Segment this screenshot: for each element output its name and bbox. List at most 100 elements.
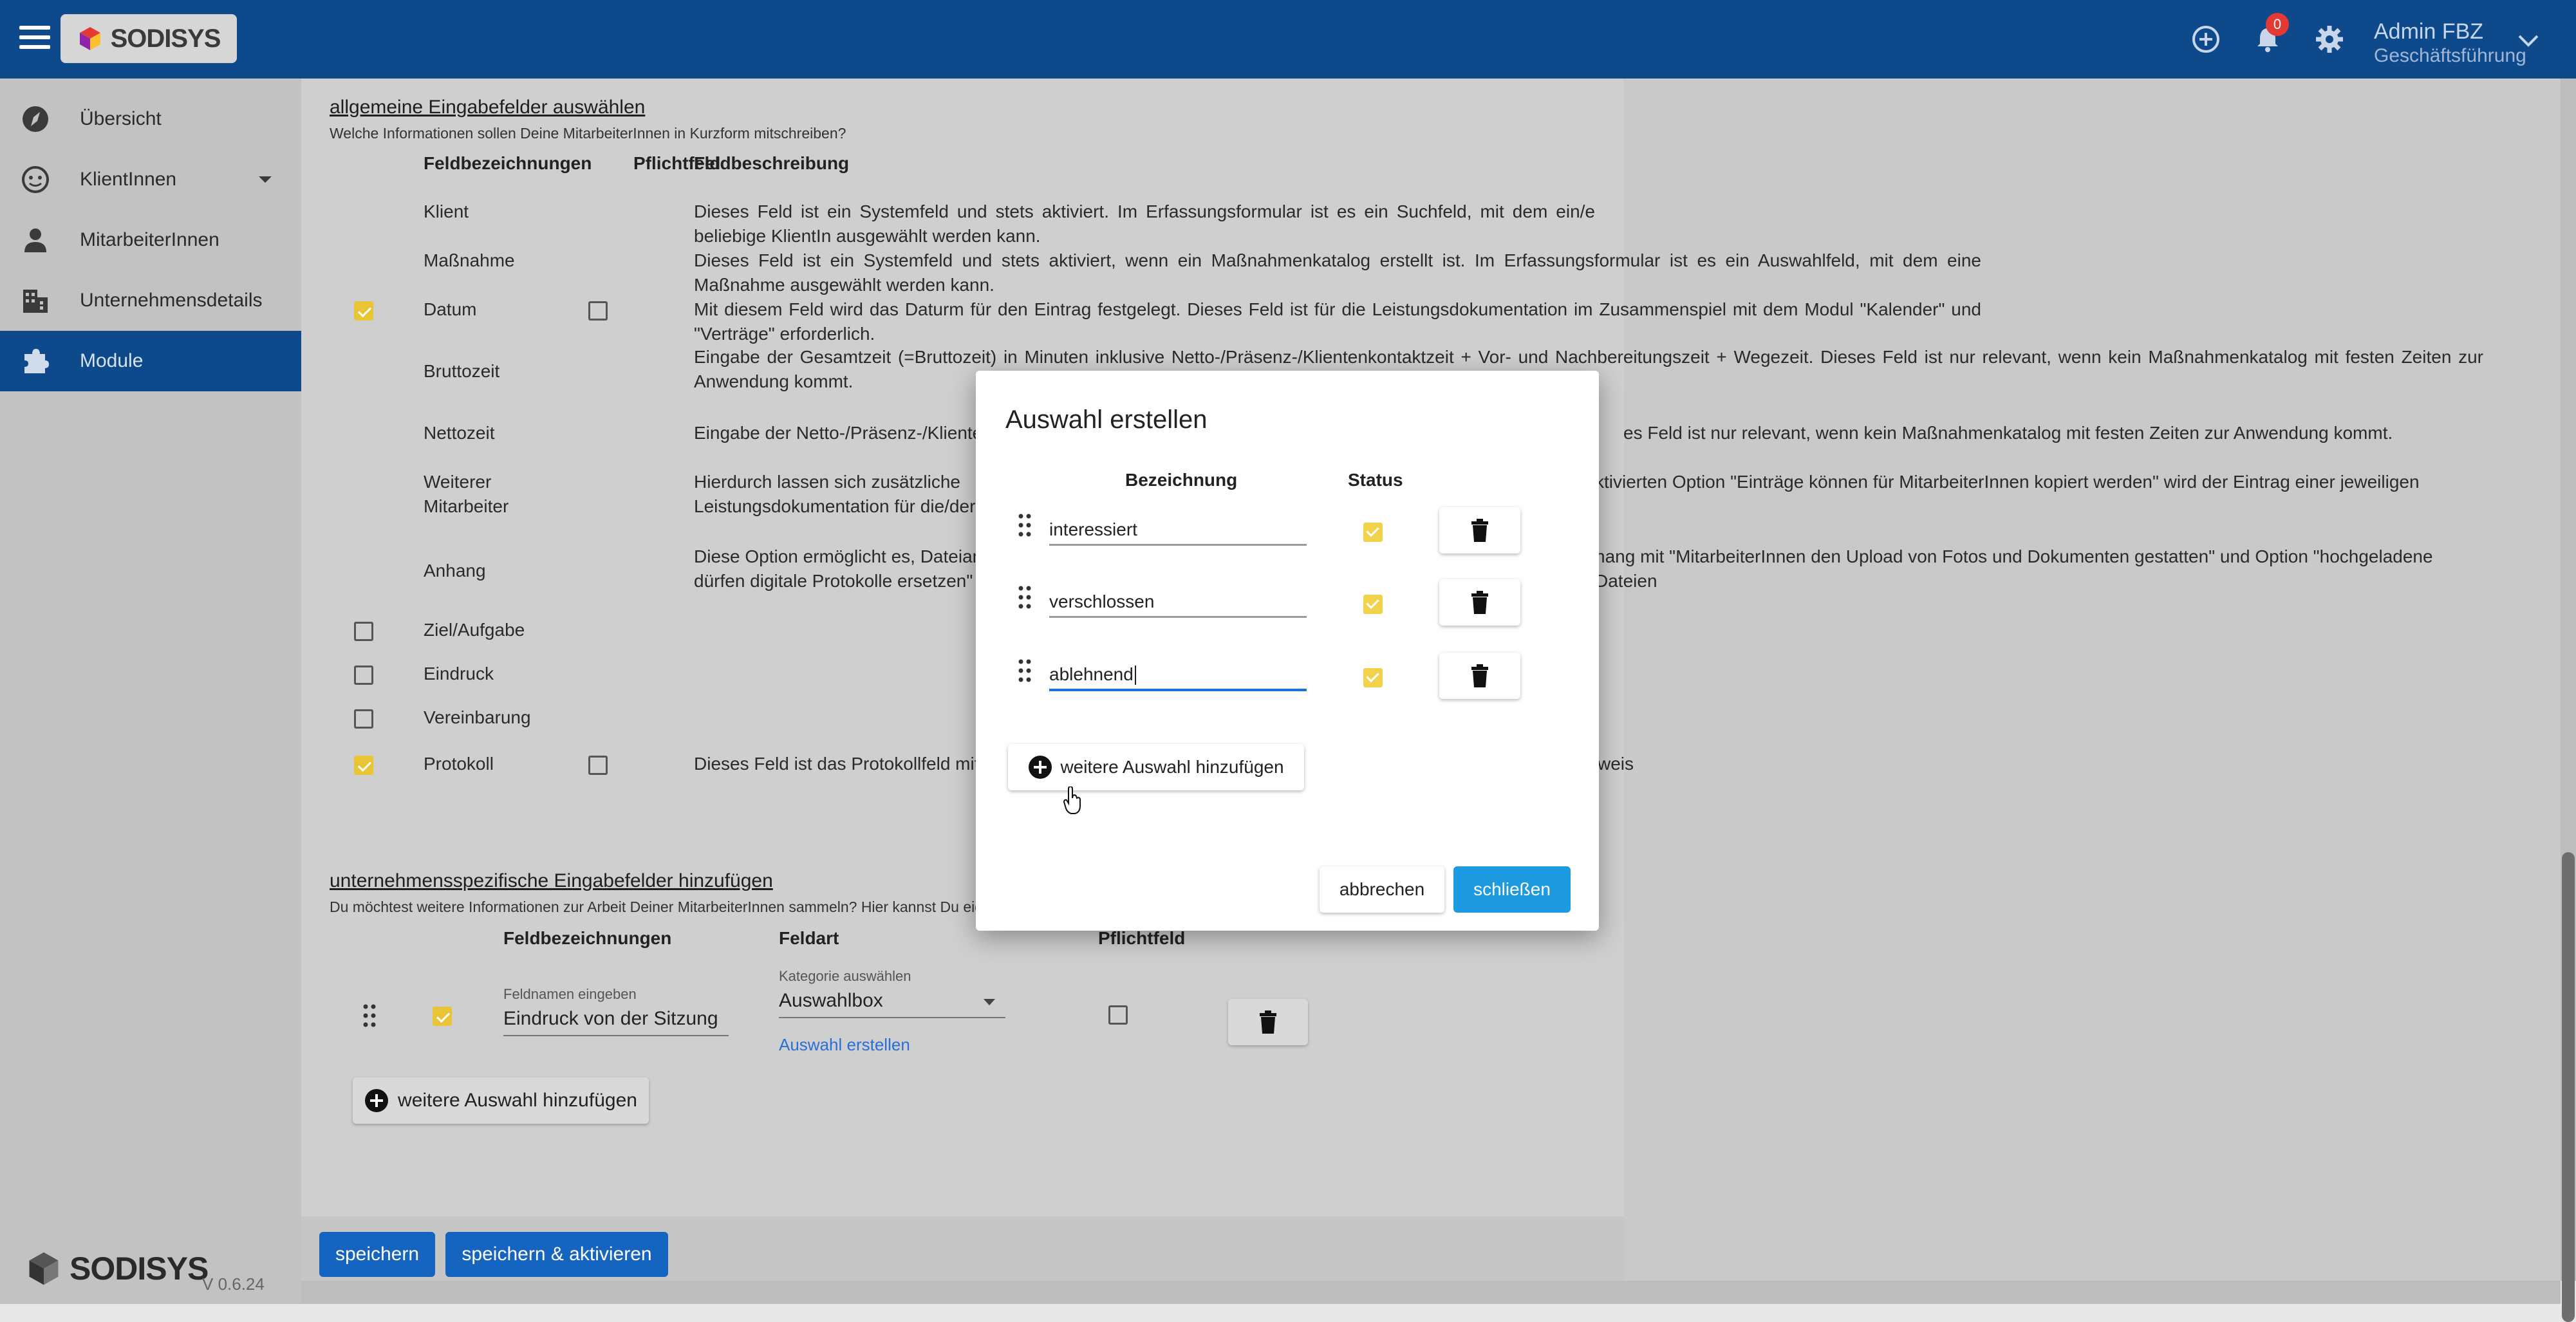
close-button[interactable]: schließen [1453,866,1571,913]
sidebar-item-label: Übersicht [80,108,162,129]
horizontal-scrollbar[interactable] [301,1281,2561,1304]
notification-badge: 0 [2266,13,2289,36]
drag-handle-icon[interactable] [362,1003,377,1029]
field-name-datum: Datum [424,299,477,319]
field-desc-nettozeit-right: es Feld ist nur relevant, wenn kein Maßn… [1623,423,2393,443]
hand-cursor-icon [1063,787,1081,814]
puzzle-icon [24,349,49,373]
footer-action-bar: speichern speichern & aktivieren [301,1216,1624,1281]
delete-custom-field-button[interactable] [1228,999,1308,1045]
field-desc-klient: Dieses Feld ist ein Systemfeld und stets… [694,201,1595,246]
caret-down-icon[interactable] [257,175,273,184]
drag-handle-icon[interactable] [1017,658,1032,684]
sidebar-item-label: Unternehmensdetails [80,290,263,311]
person-icon [24,228,46,252]
drag-handle-icon[interactable] [1017,584,1032,610]
checkbox-active-datum[interactable] [354,301,373,321]
option-input[interactable]: interessiert [1049,511,1307,546]
trash-icon [1471,664,1488,687]
compass-icon [23,106,48,132]
field-name-ziel: Ziel/Aufgabe [424,620,525,640]
category-select[interactable]: Auswahlbox [779,990,1005,1018]
vertical-scrollbar[interactable] [2561,79,2576,1322]
checkbox-required-custom[interactable] [1108,1005,1128,1025]
logo-button[interactable]: SODISYS [61,14,237,63]
user-name[interactable]: Admin FBZ [2374,19,2483,44]
sidebar-item-label: Module [80,350,144,371]
sidebar-item-module[interactable]: Module [0,331,301,391]
cancel-button[interactable]: abbrechen [1320,866,1444,913]
checkbox-required-protokoll[interactable] [588,756,608,775]
menu-icon[interactable] [19,26,50,51]
field-name-weiterer-mitarbeiter: Weiterer Mitarbeiter [424,472,509,516]
field-desc-massnahme: Dieses Feld ist ein Systemfeld und stets… [694,250,1981,295]
dialog-title: Auswahl erstellen [1005,405,1208,434]
sidebar-item-unternehmensdetails[interactable]: Unternehmensdetails [0,270,301,331]
field-name-protokoll: Protokoll [424,754,494,774]
option-input[interactable]: verschlossen [1049,583,1307,618]
sidebar-item-klientinnen[interactable]: KlientInnen [0,149,301,210]
sidebar-item-mitarbeiterinnen[interactable]: MitarbeiterInnen [0,210,301,270]
logo-text: SODISYS [110,24,221,53]
logo-cube-icon [29,1252,59,1285]
category-label: Kategorie auswählen [779,968,911,984]
trash-icon [1471,519,1488,542]
field-desc-weiterer-right: ktivierten Option "Einträge können für M… [1595,472,2420,492]
chevron-down-icon[interactable] [2517,32,2540,49]
footer-logo: SODISYS [26,1250,209,1287]
column-header-fieldtype: Feldart [779,928,839,948]
option-status-checkbox[interactable] [1363,668,1383,687]
sidebar: Übersicht KlientInnen MitarbeiterInnen U… [0,79,301,1304]
section-subtitle-custom: Du möchtest weitere Informationen zur Ar… [330,898,984,915]
caret-down-icon [984,999,995,1005]
sidebar-item-uebersicht[interactable]: Übersicht [0,89,301,149]
column-header-required-custom: Pflichtfeld [1098,928,1186,948]
trash-icon [1471,591,1488,614]
add-circle-icon[interactable] [2190,23,2222,55]
add-circle-icon [365,1089,389,1112]
create-selection-link[interactable]: Auswahl erstellen [779,1035,910,1055]
gear-icon[interactable] [2313,23,2346,55]
app-version: V 0.6.24 [202,1274,265,1294]
delete-option-button[interactable] [1439,507,1520,554]
option-status-checkbox[interactable] [1363,595,1383,614]
footer-logo-text: SODISYS [70,1251,209,1287]
add-circle-icon [1029,756,1052,779]
delete-option-button[interactable] [1439,653,1520,699]
checkbox-active-eindruck[interactable] [354,666,373,685]
save-button[interactable]: speichern [319,1232,435,1277]
option-status-checkbox[interactable] [1363,523,1383,542]
scrollbar-thumb[interactable] [2562,852,2575,1322]
building-icon [23,290,48,313]
add-selection-button[interactable]: weitere Auswahl hinzufügen [353,1077,649,1124]
field-name-eindruck: Eindruck [424,664,494,684]
trash-icon [1260,1010,1276,1034]
checkbox-required-datum[interactable] [588,301,608,321]
logo-cube-icon [79,27,100,50]
checkbox-active-vereinbarung[interactable] [354,709,373,729]
checkbox-active-ziel[interactable] [354,622,373,641]
checkbox-active-protokoll[interactable] [354,756,373,775]
delete-option-button[interactable] [1439,579,1520,626]
sidebar-item-label: KlientInnen [80,169,177,190]
add-option-label: weitere Auswahl hinzufügen [1060,757,1284,777]
column-header-fieldname: Feldbezeichnungen [424,153,592,173]
option-input[interactable]: ablehnend [1049,656,1307,691]
create-selection-dialog: Auswahl erstellen Bezeichnung Status int… [976,371,1599,931]
top-app-bar: SODISYS 0 Admin FBZ Geschäftsführung [0,0,2576,79]
sidebar-item-label: MitarbeiterInnen [80,229,219,250]
save-activate-button[interactable]: speichern & aktivieren [445,1232,668,1277]
field-name-vereinbarung: Vereinbarung [424,707,531,727]
add-option-button[interactable]: weitere Auswahl hinzufügen [1008,744,1304,790]
section-subtitle-general: Welche Informationen sollen Deine Mitarb… [330,125,846,142]
drag-handle-icon[interactable] [1017,512,1032,538]
field-name-bruttozeit: Bruttozeit [424,361,500,381]
field-name-klient: Klient [424,201,469,221]
field-name-nettozeit: Nettozeit [424,423,495,443]
checkbox-active-custom[interactable] [433,1007,452,1026]
column-header-label: Bezeichnung [1125,470,1238,490]
field-name-massnahme: Maßnahme [424,250,515,270]
column-header-status: Status [1348,470,1403,490]
field-name-input[interactable]: Eindruck von der Sitzung [503,1008,729,1036]
user-role: Geschäftsführung [2374,45,2526,66]
